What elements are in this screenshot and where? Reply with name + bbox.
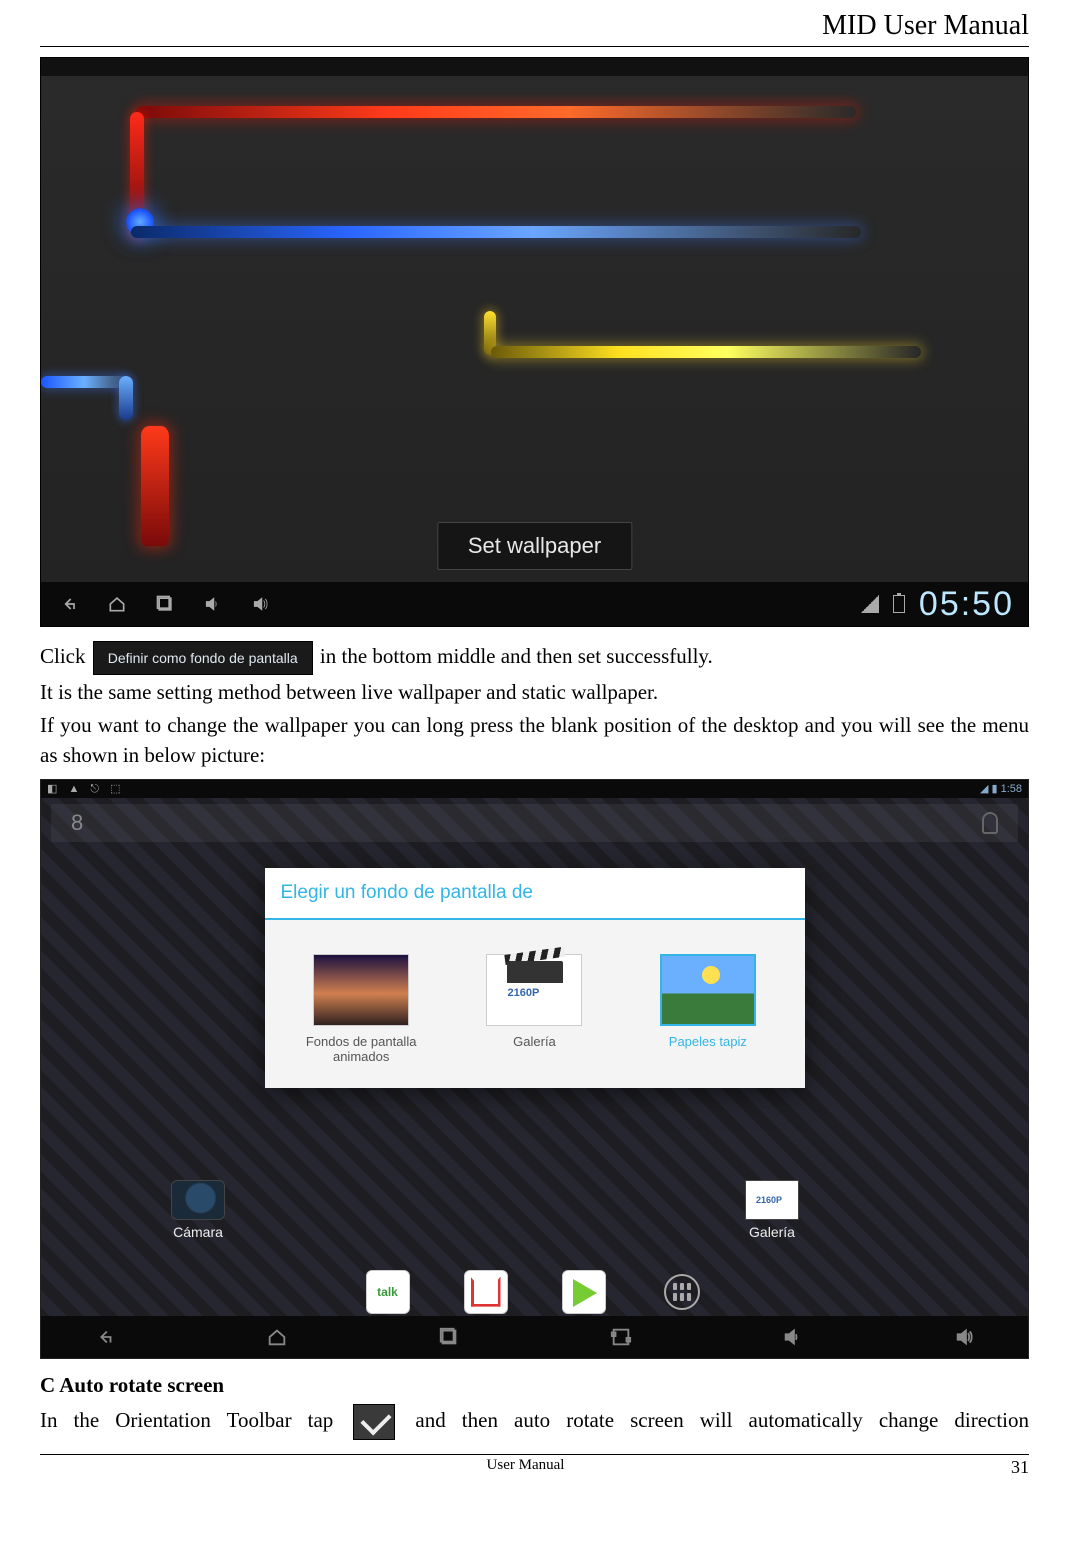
paragraph: If you want to change the wallpaper you … [40, 710, 1029, 771]
text: In the Orientation Toolbar tap [40, 1407, 349, 1431]
option-gallery[interactable]: Galería [459, 954, 609, 1064]
light-beam [41, 376, 127, 388]
paragraph: Click Definir como fondo de pantalla in … [40, 641, 1029, 675]
volume-down-icon[interactable] [782, 1326, 804, 1348]
play-store-icon[interactable] [562, 1270, 606, 1314]
check-toggle-icon[interactable] [353, 1404, 395, 1440]
gallery-thumbnail [486, 954, 582, 1026]
app-drawer-icon[interactable] [660, 1270, 704, 1314]
signal-icon [861, 595, 879, 613]
status-notification-icons: ◧ ▲ ⎋ ⬚ [47, 782, 125, 796]
dialog-title: Elegir un fondo de pantalla de [265, 868, 805, 920]
back-icon[interactable] [94, 1326, 116, 1348]
define-wallpaper-button[interactable]: Definir como fondo de pantalla [93, 641, 313, 675]
volume-down-icon[interactable] [203, 594, 223, 614]
light-beam [491, 346, 921, 358]
status-time: ◢ ▮ 1:58 [980, 782, 1022, 795]
dock-bar: talk [41, 1270, 1028, 1314]
option-live-wallpapers[interactable]: Fondos de pantalla animados [286, 954, 436, 1064]
section-c-heading: C Auto rotate screen [40, 1373, 1029, 1398]
page-number: 31 [1011, 1457, 1029, 1478]
footer-label: User Manual [40, 1457, 1011, 1474]
home-icon[interactable] [266, 1326, 288, 1348]
live-wallpaper-thumbnail [313, 954, 409, 1026]
home-icons-row: Cámara Galería [41, 1180, 1028, 1240]
paragraph: It is the same setting method between li… [40, 677, 1029, 707]
volume-up-icon[interactable] [251, 594, 271, 614]
option-label: Galería [459, 1034, 609, 1049]
light-beam [119, 376, 133, 420]
paragraph: In the Orientation Toolbar tap and then … [40, 1404, 1029, 1440]
recent-apps-icon[interactable] [438, 1326, 460, 1348]
volume-up-icon[interactable] [954, 1326, 976, 1348]
screenshot-wallpaper-dialog: ◧ ▲ ⎋ ⬚ ◢ ▮ 1:58 8 Cámara Galería Elegir… [40, 779, 1029, 1359]
google-search-bar[interactable]: 8 [51, 804, 1018, 842]
recent-apps-icon[interactable] [155, 594, 175, 614]
wallpaper-thumbnail [660, 954, 756, 1026]
choose-wallpaper-dialog: Elegir un fondo de pantalla de Fondos de… [265, 868, 805, 1088]
status-bar: ◧ ▲ ⎋ ⬚ ◢ ▮ 1:58 [41, 780, 1028, 798]
talk-app-icon[interactable]: talk [366, 1270, 410, 1314]
app-label: Galería [749, 1224, 795, 1240]
back-icon[interactable] [59, 594, 79, 614]
system-nav-bar [41, 1316, 1028, 1358]
light-beam [136, 106, 856, 118]
gallery-app-icon[interactable]: Galería [745, 1180, 799, 1240]
screenshot-live-wallpaper: Set wallpaper 05:50 [40, 57, 1029, 627]
option-label: Papeles tapiz [633, 1034, 783, 1049]
wallpaper-preview: Set wallpaper [41, 76, 1028, 582]
camera-icon [171, 1180, 225, 1220]
light-beam [141, 426, 169, 546]
gmail-app-icon[interactable] [464, 1270, 508, 1314]
app-label: Cámara [173, 1224, 223, 1240]
option-wallpapers[interactable]: Papeles tapiz [633, 954, 783, 1064]
camera-app-icon[interactable]: Cámara [171, 1180, 225, 1240]
gallery-icon [745, 1180, 799, 1220]
page-header-title: MID User Manual [40, 10, 1029, 47]
page-footer: User Manual 31 [40, 1454, 1029, 1478]
battery-icon [893, 595, 905, 613]
status-bar [41, 58, 1028, 76]
home-icon[interactable] [107, 594, 127, 614]
set-wallpaper-button[interactable]: Set wallpaper [437, 522, 632, 570]
clock-text: 05:50 [919, 585, 1028, 624]
text: and then auto rotate screen will automat… [415, 1407, 1029, 1431]
text: Click [40, 644, 91, 668]
search-hint: 8 [71, 810, 83, 836]
text: in the bottom middle and then set succes… [320, 644, 713, 668]
screenshot-icon[interactable] [610, 1326, 632, 1348]
light-beam [131, 226, 861, 238]
option-label: Fondos de pantalla animados [286, 1034, 436, 1064]
microphone-icon[interactable] [982, 812, 998, 834]
system-nav-bar: 05:50 [41, 582, 1028, 626]
